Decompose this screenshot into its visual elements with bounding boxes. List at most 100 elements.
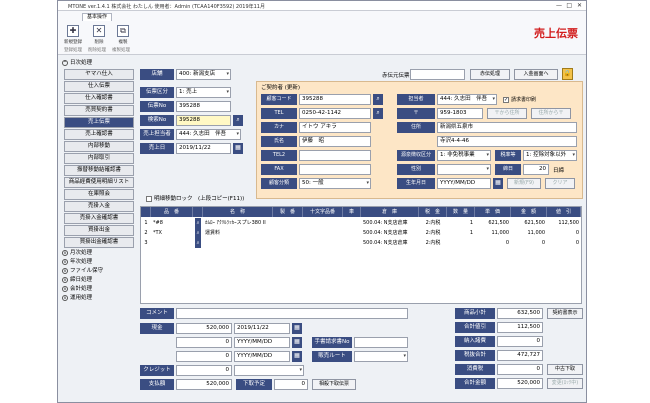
table-cell[interactable] [345,218,359,228]
birth-field[interactable]: YYYY/MM/DD [437,178,491,189]
table-cell[interactable] [153,238,191,248]
sidebar-item[interactable]: 売上伝票 [64,117,134,128]
table-cell[interactable] [449,238,473,248]
store-select[interactable]: 400: 新潟支店 [176,69,231,80]
date-field[interactable]: YYYY/MM/DD [234,337,290,348]
customer-code-field[interactable]: 395288 [299,94,371,105]
receipt-button[interactable]: 入金画面へ [514,69,558,80]
date-field[interactable]: 2019/11/22 [176,143,231,154]
sidebar-group[interactable]: v ファイル保守 [60,267,136,276]
table-cell[interactable]: 1 [449,218,473,228]
sidebar-item[interactable]: 仕入確認書 [64,93,134,104]
table-cell[interactable] [305,238,341,248]
sidebar-item[interactable]: 在庫照会 [64,189,134,200]
table-cell[interactable]: 112,500 [549,218,579,228]
tax-select[interactable]: 1: 控除対象以外 [523,150,577,161]
schedule-amount-field[interactable]: 0 [274,379,308,390]
table-cell[interactable]: 2:内税 [421,218,445,228]
table-cell[interactable]: 2:内税 [421,228,445,238]
tab-basic[interactable]: 基本操作 [82,13,112,21]
fax-field[interactable] [299,164,371,175]
sidebar-item[interactable]: 振替移動結確認書 [64,165,134,176]
calendar-icon[interactable]: ▦ [292,351,302,362]
table-cell[interactable] [345,228,359,238]
amount-field[interactable]: 0 [176,337,232,348]
lock-icon[interactable]: 🔒 [562,68,573,80]
new-customer-button[interactable]: 新規(F9) [507,178,541,189]
address-to-zip-button[interactable]: 住所から〒 [531,108,571,119]
table-cell[interactable]: 0 [549,228,579,238]
amount-field[interactable]: 0 [176,351,232,362]
change-locked-button[interactable]: 変更(ﾛｯｸ中) [547,378,583,389]
minimize-icon[interactable]: — [556,2,562,9]
sidebar-item[interactable]: 仕入伝票 [64,81,134,92]
table-cell[interactable] [205,238,271,248]
table-cell[interactable]: 2:内税 [421,238,445,248]
sidebar-item[interactable]: 売掛入金確認書 [64,213,134,224]
table-cell[interactable]: 500.04: N支店倉庫 [363,228,417,238]
search-icon[interactable]: ⌕ [233,115,243,126]
red-slip-button[interactable]: 赤伝処理 [470,69,510,80]
sidebar-item[interactable]: 買掛出金 [64,225,134,236]
table-cell[interactable]: 500.04: N支店倉庫 [363,238,417,248]
cash-amount-field[interactable]: 520,000 [176,323,232,334]
table-cell[interactable] [275,228,301,238]
trade-slip-button[interactable]: 相殺下取伝票 [312,379,356,390]
address-field[interactable]: 新潟県五泉市 [437,122,577,133]
table-cell[interactable]: *TX [153,228,191,238]
table-cell[interactable]: ｶﾑﾛｰ ｱｸﾘﾙﾗｯｶｰスプレ380 II [205,218,271,228]
detect-no-field[interactable]: 395288 [176,115,231,126]
sidebar-group[interactable]: ^ 日次処理 [60,59,136,68]
gender-select[interactable] [437,164,491,175]
table-cell[interactable]: 3 [143,238,149,248]
sidebar-item[interactable]: 売買契約書 [64,105,134,116]
sidebar-item[interactable]: 内部移動 [64,141,134,152]
cash-date-field[interactable]: 2019/11/22 [234,323,290,334]
search-icon[interactable]: ⌕ [195,228,201,238]
sidebar-group[interactable]: v 年次処理 [60,258,136,267]
print-checkbox[interactable]: ✓ 請求書印刷 [503,96,536,103]
close-icon[interactable]: ✕ [577,2,582,9]
calendar-icon[interactable]: ▦ [233,143,243,154]
close-field[interactable]: 20 [523,164,549,175]
date-field[interactable]: YYYY/MM/DD [234,351,290,362]
invoice-no-field[interactable] [354,337,408,348]
comment-field[interactable] [176,308,408,319]
search-icon[interactable]: ⌕ [373,108,383,119]
sidebar-group[interactable]: v 月次処理 [60,249,136,258]
table-cell[interactable] [305,228,341,238]
slip-type-select[interactable]: 1: 売上 [176,87,231,98]
member-select[interactable]: 1: 非免税事業 [437,150,491,161]
tel2-field[interactable] [299,150,371,161]
kana-field[interactable]: イトウ アキラ [299,122,371,133]
table-cell[interactable] [305,218,341,228]
credit-amount-field[interactable]: 0 [176,365,232,376]
table-cell[interactable] [275,238,301,248]
sidebar-item[interactable]: 売上確認書 [64,129,134,140]
contract-button[interactable]: 契約書表示 [547,308,583,319]
sales-route-select[interactable] [354,351,408,362]
sidebar-group[interactable]: v 締日処理 [60,276,136,285]
search-icon[interactable]: ⌕ [195,218,201,228]
search-icon[interactable]: ⌕ [373,94,383,105]
zip-to-address-button[interactable]: 〒から住所 [487,108,527,119]
sidebar-item[interactable]: ヤマハ仕入 [64,69,134,80]
payment-amount-field[interactable]: 520,000 [176,379,232,390]
tel-field[interactable]: 0250-42-1142 [299,108,371,119]
calendar-icon[interactable]: ▦ [292,337,302,348]
table-cell[interactable]: 0 [513,238,545,248]
zip-field[interactable]: 959-1803 [437,108,483,119]
calendar-icon[interactable]: ▦ [292,323,302,334]
address2-field[interactable]: 寺沢4-4-46 [437,136,577,147]
sidebar-group[interactable]: v 運用処理 [60,294,136,303]
table-cell[interactable]: 11,000 [513,228,546,238]
clear-button[interactable]: クリア [545,178,575,189]
maximize-icon[interactable]: □ [566,2,572,9]
table-cell[interactable]: 1 [143,218,149,228]
search-icon[interactable]: ⌕ [195,238,201,248]
name-field[interactable]: 伊藤 昭 [299,136,371,147]
lock-checkbox[interactable]: 明細移動ロック [146,194,193,202]
rep-select[interactable]: 444: 久志田 伴吾 [437,94,497,105]
sidebar-item[interactable]: 買掛出金確認書 [64,237,134,248]
table-cell[interactable] [345,238,359,248]
